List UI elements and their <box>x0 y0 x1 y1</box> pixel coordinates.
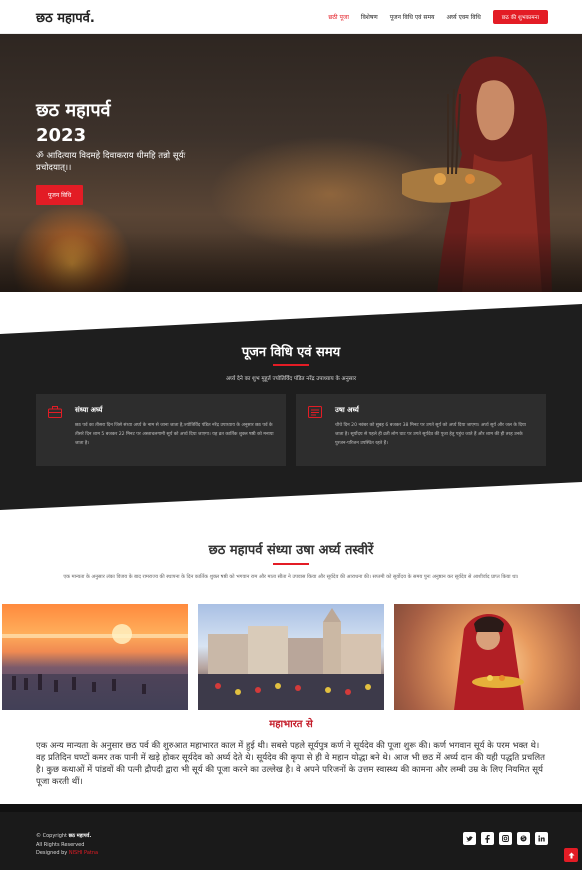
site-logo[interactable]: छठ महापर्व. <box>36 8 95 26</box>
linkedin-icon[interactable] <box>535 832 548 845</box>
hero-banner: छठ महापर्व 2023 ॐ आदित्याय विदमहे दिवाकर… <box>0 34 582 292</box>
sandhya-arghya-card: संध्या अर्घ्य छठ पर्व का तीसरा दिन जिसे … <box>36 394 286 466</box>
arrow-up-icon <box>568 852 574 858</box>
gallery-photo-ghat-sunset[interactable] <box>2 604 188 710</box>
card-title: उषा अर्घ्य <box>335 406 359 414</box>
varanasi-ghat-image <box>198 608 384 710</box>
hero-shadow-overlay <box>0 232 582 292</box>
puja-timing-section: पूजन विधि एवं समय अर्घ्य देने का शुभ मुह… <box>0 292 582 514</box>
site-footer: © Copyright छठ महापर्व. All Rights Reser… <box>0 804 582 870</box>
gallery-subtitle: एक मान्यता के अनुसार लंका विजय के बाद रा… <box>63 574 519 580</box>
card-text: चौथे दिन 20 नवंबर को सुबह 6 बजकर 38 मिनट… <box>335 423 526 446</box>
twitter-icon[interactable] <box>463 832 476 845</box>
copyright-prefix: © Copyright <box>36 833 68 839</box>
gallery-photo-varanasi-ghat[interactable] <box>198 604 384 710</box>
mahabharat-title: महाभारत से <box>269 719 313 730</box>
wishes-button[interactable]: छठ की शुभकामना <box>492 10 548 24</box>
hero-title-year: 2023 <box>36 125 87 146</box>
designed-by-label: Designed by <box>36 850 68 856</box>
svg-text:S: S <box>522 836 525 842</box>
social-links: S <box>463 832 548 845</box>
rights-text: All Rights Reserved <box>36 841 85 848</box>
card-title: संध्या अर्घ्य <box>75 406 103 414</box>
usha-arghya-card: उषा अर्घ्य चौथे दिन 20 नवंबर को सुबह 6 ब… <box>296 394 546 466</box>
facebook-icon[interactable] <box>481 832 494 845</box>
nav-item-pujan-vidhi[interactable]: पूजन विधि एवं समय <box>390 13 435 21</box>
skype-icon[interactable]: S <box>517 832 530 845</box>
instagram-icon[interactable] <box>499 832 512 845</box>
footer-brand: छठ महापर्व. <box>68 833 92 839</box>
site-header: छठ महापर्व. छठी पूजा विशेषण पूजन विधि एव… <box>0 0 582 34</box>
main-nav: छठी पूजा विशेषण पूजन विधि एवं समय अर्घ्य… <box>328 10 548 24</box>
gallery-photo-woman-offering[interactable] <box>394 604 580 710</box>
footer-copyright: © Copyright छठ महापर्व. All Rights Reser… <box>36 832 98 858</box>
title-underline <box>273 364 309 366</box>
briefcase-icon <box>48 406 62 418</box>
ghat-sunset-image <box>2 624 188 710</box>
nav-item-chhathi-puja[interactable]: छठी पूजा <box>328 13 349 21</box>
hero-title-line1: छठ महापर्व <box>36 100 111 121</box>
card-text: छठ पर्व का तीसरा दिन जिसे संध्या अर्घ्य … <box>75 423 274 446</box>
gallery-title: छठ महापर्व संध्या उषा अर्घ्य तस्वीरें <box>208 543 374 558</box>
gallery-title-underline <box>273 563 309 565</box>
pujan-vidhi-button[interactable]: पूजन विधि <box>36 185 84 205</box>
designer-link[interactable]: NISHI Patna <box>69 850 98 856</box>
nav-item-arghya-vidhi[interactable]: अर्घ्य एवम विधि <box>447 13 481 21</box>
hero-mantra: ॐ आदित्याय विदमहे दिवाकराय धीमहि तन्नो स… <box>36 151 186 173</box>
back-to-top-button[interactable] <box>564 848 578 862</box>
woman-offering-image <box>454 614 524 710</box>
section-subtitle: अर्घ्य देने का शुभ मुहूर्त ज्योतिर्विद प… <box>225 376 357 382</box>
hero-title: छठ महापर्व 2023 <box>36 98 111 148</box>
list-card-icon <box>308 406 322 418</box>
mahabharat-text: एक अन्य मान्यता के अनुसार छठ पर्व की शुर… <box>36 741 545 787</box>
section-title: पूजन विधि एवं समय <box>241 345 341 360</box>
nav-item-visheshan[interactable]: विशेषण <box>361 13 378 21</box>
